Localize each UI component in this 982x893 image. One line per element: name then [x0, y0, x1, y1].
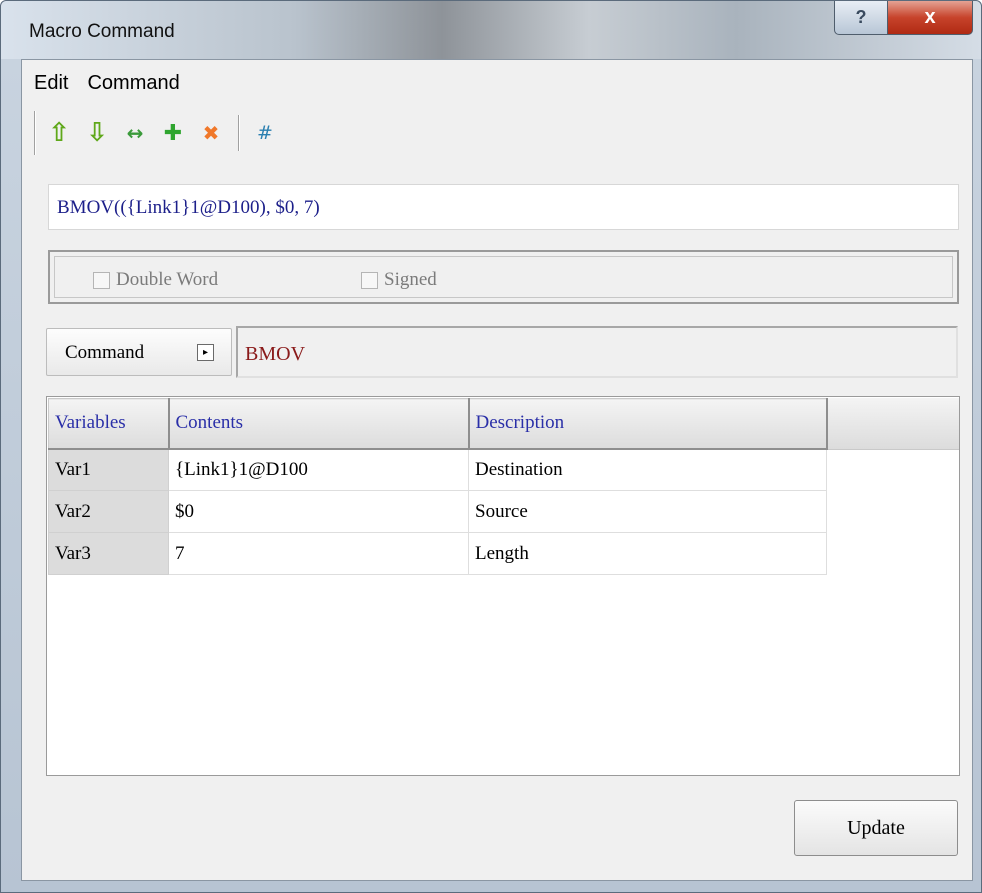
cell-contents[interactable]: 7: [168, 532, 469, 575]
close-icon: x: [924, 6, 936, 28]
options-inner: Double Word Signed: [54, 256, 953, 298]
move-up-button[interactable]: ⇧: [44, 116, 74, 150]
title-bar[interactable]: Macro Command ? x: [1, 1, 981, 59]
move-down-button[interactable]: ⇩: [82, 116, 112, 150]
table-row[interactable]: Var1 {Link1}1@D100 Destination: [48, 448, 827, 491]
cell-description[interactable]: Destination: [468, 448, 827, 491]
macro-command-dialog: Macro Command ? x Edit Command ⇧ ⇩ ↔ ✚ ✖…: [0, 0, 982, 893]
close-button[interactable]: x: [887, 1, 973, 35]
menu-command[interactable]: Command: [75, 66, 186, 96]
cell-variable[interactable]: Var2: [48, 490, 169, 533]
update-button[interactable]: Update: [794, 800, 958, 856]
cell-description[interactable]: Source: [468, 490, 827, 533]
double-word-option[interactable]: Double Word: [93, 269, 218, 291]
command-button-label: Command: [65, 342, 145, 363]
command-button[interactable]: Command ▸: [46, 328, 232, 376]
move-down-icon: ⇩: [86, 118, 108, 148]
toolbar: ⇧ ⇩ ↔ ✚ ✖ #: [34, 110, 364, 156]
table-header-filler: [827, 398, 959, 450]
options-group: Double Word Signed: [48, 250, 959, 304]
cell-contents[interactable]: $0: [168, 490, 469, 533]
window-title: Macro Command: [29, 21, 175, 42]
hash-button[interactable]: #: [250, 116, 280, 150]
column-header-description[interactable]: Description: [468, 398, 828, 450]
variables-table: Variables Contents Description Var1 {Lin…: [46, 396, 960, 776]
variables-grid: Variables Contents Description Var1 {Lin…: [48, 398, 828, 575]
cell-variable[interactable]: Var1: [48, 448, 169, 491]
signed-checkbox[interactable]: [361, 271, 378, 289]
menu-bar: Edit Command: [22, 66, 972, 96]
cell-variable[interactable]: Var3: [48, 532, 169, 575]
cell-description[interactable]: Length: [468, 532, 827, 575]
help-button[interactable]: ?: [834, 1, 888, 35]
hash-icon: #: [257, 122, 273, 144]
cell-contents[interactable]: {Link1}1@D100: [168, 448, 469, 491]
replace-button[interactable]: ↔: [120, 116, 150, 150]
command-name-display: BMOV: [236, 326, 958, 378]
signed-label: Signed: [384, 269, 437, 290]
double-word-label: Double Word: [116, 269, 219, 290]
move-up-icon: ⇧: [48, 118, 70, 148]
column-header-variables[interactable]: Variables: [48, 398, 170, 450]
delete-button[interactable]: ✖: [196, 116, 226, 150]
chevron-right-icon: ▸: [197, 344, 214, 361]
question-icon: ?: [855, 7, 867, 27]
signed-option[interactable]: Signed: [361, 269, 437, 291]
add-icon: ✚: [163, 120, 183, 146]
dialog-body: Edit Command ⇧ ⇩ ↔ ✚ ✖ # BMOV(({Link1}1@…: [21, 59, 973, 881]
table-header-row: Variables Contents Description: [48, 398, 828, 450]
delete-icon: ✖: [202, 121, 220, 145]
replace-icon: ↔: [126, 121, 144, 145]
add-button[interactable]: ✚: [158, 116, 188, 150]
toolbar-grip: [34, 111, 36, 155]
macro-expression-field[interactable]: BMOV(({Link1}1@D100), $0, 7): [48, 184, 959, 230]
column-header-contents[interactable]: Contents: [168, 398, 470, 450]
table-row[interactable]: Var2 $0 Source: [48, 490, 827, 533]
toolbar-separator: [238, 115, 240, 151]
menu-edit[interactable]: Edit: [22, 66, 75, 96]
double-word-checkbox[interactable]: [93, 271, 110, 289]
table-row[interactable]: Var3 7 Length: [48, 532, 827, 575]
